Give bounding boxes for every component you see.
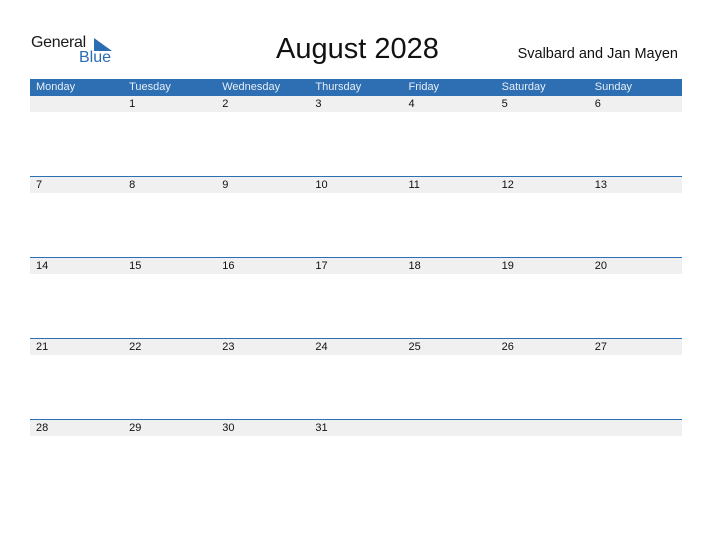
date-strip: 1 2 3 4 5 6 <box>30 96 682 112</box>
day-cell: 21 <box>36 341 49 353</box>
day-cell: 23 <box>222 341 235 353</box>
day-cell: 24 <box>315 341 328 353</box>
weekday-thursday: Thursday <box>315 81 362 93</box>
region-label: Svalbard and Jan Mayen <box>517 46 678 62</box>
day-cell: 25 <box>408 341 421 353</box>
day-cell: 17 <box>315 260 328 272</box>
day-cell: 22 <box>129 341 142 353</box>
day-cell: 11 <box>408 179 420 191</box>
weekday-tuesday: Tuesday <box>129 81 171 93</box>
day-cell: 29 <box>129 422 142 434</box>
weekday-sunday: Sunday <box>594 81 633 93</box>
day-cell: 10 <box>315 179 328 191</box>
day-cell: 30 <box>222 422 235 434</box>
day-cell: 16 <box>222 260 235 272</box>
day-cell: 14 <box>36 260 49 272</box>
day-cell <box>589 420 682 436</box>
day-cell: 3 <box>315 98 322 110</box>
weekday-friday: Friday <box>408 81 440 93</box>
date-strip: 21 22 23 24 25 26 27 <box>30 339 682 355</box>
day-cell <box>496 420 589 436</box>
day-cell: 1 <box>129 98 136 110</box>
day-cell: 2 <box>222 98 229 110</box>
day-cell: 9 <box>222 179 229 191</box>
day-cell: 6 <box>594 98 601 110</box>
week-row: 28 29 30 31 <box>30 419 682 436</box>
date-strip: 14 15 16 17 18 19 20 <box>30 258 682 274</box>
day-cell <box>30 96 123 112</box>
day-cell: 19 <box>501 260 514 272</box>
week-row: 7 8 9 10 11 12 13 <box>30 176 682 193</box>
day-cell: 18 <box>408 260 421 272</box>
logo-blue-text: Blue <box>79 49 112 66</box>
weekday-monday: Monday <box>36 81 76 93</box>
page-title: August 2028 <box>276 33 439 65</box>
day-cell: 15 <box>129 260 142 272</box>
weekday-saturday: Saturday <box>501 81 546 93</box>
day-cell: 20 <box>594 260 607 272</box>
day-cell: 27 <box>594 341 607 353</box>
day-cell <box>403 420 496 436</box>
date-strip: 28 29 30 31 <box>30 420 682 436</box>
day-cell: 5 <box>501 98 508 110</box>
logo-general-text: General <box>31 34 86 51</box>
weekday-header: Monday Tuesday Wednesday Thursday Friday… <box>30 79 682 96</box>
weekday-wednesday: Wednesday <box>222 81 281 93</box>
logo: General Blue <box>31 34 121 70</box>
week-row: 21 22 23 24 25 26 27 <box>30 338 682 355</box>
day-cell: 8 <box>129 179 136 191</box>
week-row: 14 15 16 17 18 19 20 <box>30 257 682 274</box>
day-cell: 31 <box>315 422 328 434</box>
day-cell: 13 <box>594 179 607 191</box>
day-cell: 12 <box>501 179 514 191</box>
day-cell: 26 <box>501 341 514 353</box>
day-cell: 28 <box>36 422 49 434</box>
day-cell: 7 <box>36 179 43 191</box>
day-cell: 4 <box>408 98 415 110</box>
week-row: 1 2 3 4 5 6 <box>30 96 682 112</box>
date-strip: 7 8 9 10 11 12 13 <box>30 177 682 193</box>
